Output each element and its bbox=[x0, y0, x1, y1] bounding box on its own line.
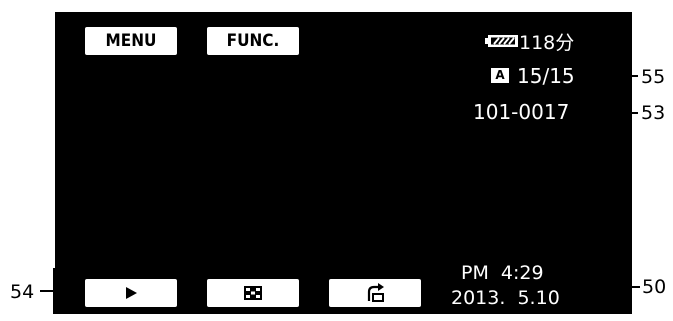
index-icon bbox=[244, 286, 262, 300]
return-icon bbox=[367, 283, 384, 302]
index-button[interactable] bbox=[207, 279, 299, 307]
callout-50: 50 bbox=[642, 276, 667, 298]
callout-53: 53 bbox=[641, 102, 666, 124]
menu-button[interactable]: MENU bbox=[85, 27, 177, 55]
battery-time: 118分 bbox=[519, 32, 575, 54]
record-date: 2013. 5.10 bbox=[451, 287, 560, 309]
callout-54-line bbox=[40, 290, 54, 292]
callout-55-line bbox=[592, 75, 638, 77]
callout-50-line bbox=[630, 286, 640, 288]
callout-53-line bbox=[592, 112, 638, 114]
battery-indicator bbox=[485, 33, 519, 47]
func-button[interactable]: FUNC. bbox=[207, 27, 299, 55]
play-icon bbox=[126, 287, 137, 299]
record-time: PM 4:29 bbox=[461, 262, 544, 284]
auto-mode-badge: A bbox=[491, 68, 509, 83]
return-button[interactable] bbox=[329, 279, 421, 307]
file-number: 101-0017 bbox=[473, 100, 570, 124]
camera-screen: MENU FUNC. 118分 A 15/15 101-0017 PM 4:29… bbox=[55, 12, 632, 314]
battery-icon bbox=[485, 35, 518, 47]
photo-counter: 15/15 bbox=[517, 64, 575, 88]
callout-55: 55 bbox=[641, 66, 666, 88]
callout-54: 54 bbox=[10, 281, 35, 303]
play-button[interactable] bbox=[85, 279, 177, 307]
callout-54-bracket bbox=[53, 268, 83, 314]
callout-50-bracket bbox=[568, 265, 632, 310]
